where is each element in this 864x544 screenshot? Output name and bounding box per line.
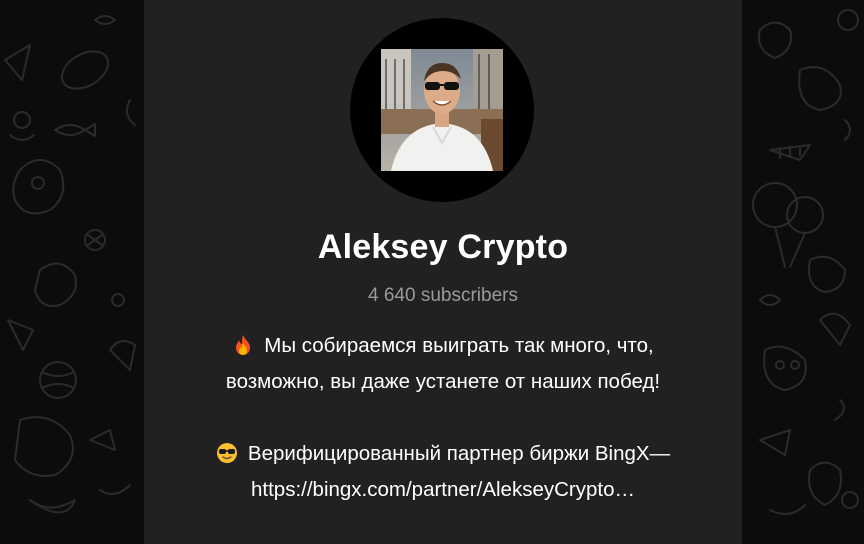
sunglasses-face-emoji (216, 443, 237, 463)
channel-info-card: Aleksey Crypto 4 640 subscribers Мы соби… (144, 0, 742, 544)
avatar-photo (381, 49, 503, 171)
description-line-2: возможно, вы даже устанете от наших побе… (225, 370, 661, 393)
channel-description: Мы собираемся выиграть так много, что, в… (164, 328, 722, 508)
subscriber-count: 4 640 subscribers (368, 285, 518, 306)
description-link[interactable]: https://bingx.com/partner/AlekseyCrypto… (164, 472, 722, 508)
description-line-3: Верифицированный партнер биржи BingX— (164, 436, 722, 472)
fire-emoji (236, 335, 251, 355)
description-line-1: Мы собираемся выиграть так много, что, (164, 328, 722, 364)
description-line-3-text: Верифицированный партнер биржи BingX— (247, 442, 671, 465)
channel-avatar[interactable] (350, 18, 534, 202)
description-line-1-text: Мы собираемся выиграть так много, что, (264, 334, 654, 357)
description-blank-line (164, 400, 722, 436)
channel-name: Aleksey Crypto (317, 228, 569, 266)
